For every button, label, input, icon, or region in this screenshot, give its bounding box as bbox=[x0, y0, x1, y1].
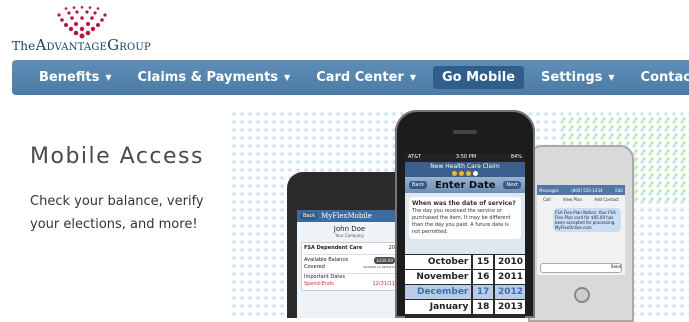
phone-screen: AT&T 3:50 PM 84% New Health Care Claim B… bbox=[405, 154, 525, 318]
home-button-icon bbox=[574, 287, 590, 303]
nav-go-mobile[interactable]: Go Mobile bbox=[432, 66, 525, 89]
nav-settings[interactable]: Settings ▼ bbox=[528, 70, 628, 85]
important-sub: Spend-Ends bbox=[304, 281, 334, 287]
available-balance-value: $336.00 bbox=[374, 257, 395, 264]
time: 3:50 PM bbox=[455, 154, 477, 160]
important-value: 12/31/11 bbox=[372, 281, 395, 287]
logo-wordmark: TheAdvantageGroup bbox=[12, 36, 151, 54]
sms-message: FSA Flex Plan Notice: Your FSA Flex Plan… bbox=[553, 208, 621, 232]
phone-screen: Messages (800) 555-1234 Edit Call View P… bbox=[537, 185, 625, 275]
call-tab: Call bbox=[543, 197, 551, 202]
date-picker: October 15 2010 November 16 2011 December 17 2… bbox=[405, 254, 525, 318]
logo-word-the: The bbox=[12, 39, 36, 53]
nav-settings-label: Settings bbox=[541, 70, 603, 85]
app-header: Back MyFlexMobile bbox=[297, 210, 402, 222]
phone-number: (800) 555-1234 bbox=[571, 187, 603, 193]
nav-go-mobile-label: Go Mobile bbox=[441, 70, 516, 85]
app-brand: MyFlexMobile bbox=[321, 212, 372, 220]
question-detail: The day you received the service or purc… bbox=[412, 208, 511, 235]
logo-letter-a: A bbox=[35, 36, 47, 54]
phone-image-messages: Messages (800) 555-1234 Edit Call View P… bbox=[528, 145, 634, 322]
status-bar: AT&T 3:50 PM 84% bbox=[405, 154, 525, 162]
phone-image-myflexmobile: Back MyFlexMobile John Doe Your Company … bbox=[287, 172, 412, 318]
nav-card-center-label: Card Center bbox=[316, 70, 404, 85]
nav-benefits[interactable]: Benefits ▼ bbox=[12, 70, 125, 85]
phone-screen: Back MyFlexMobile John Doe Your Company … bbox=[297, 210, 402, 318]
company-logo[interactable]: TheAdvantageGroup bbox=[12, 6, 182, 54]
user-name: John Doe bbox=[333, 225, 366, 233]
messages-tab: Messages bbox=[539, 187, 559, 193]
logo-word-roup: roup bbox=[119, 42, 151, 53]
battery: 84% bbox=[510, 154, 522, 160]
chevron-down-icon: ▼ bbox=[284, 73, 291, 82]
covered-label: Covered bbox=[304, 264, 325, 270]
claim-header: New Health Care Claim bbox=[405, 162, 525, 171]
send-field: Send bbox=[540, 263, 622, 273]
available-balance-label: Available Balance bbox=[304, 257, 349, 263]
page-title: Mobile Access bbox=[30, 144, 204, 169]
carrier: AT&T bbox=[408, 154, 422, 160]
picker-row: January 18 2013 bbox=[405, 299, 525, 314]
edit-tab: Edit bbox=[615, 187, 623, 193]
nav-contact-us-label: Contact Us bbox=[640, 70, 689, 85]
picker-row-selected: December 17 2012 bbox=[405, 284, 525, 299]
phone-image-claim: AT&T 3:50 PM 84% New Health Care Claim B… bbox=[395, 110, 535, 318]
picker-row: November 16 2011 bbox=[405, 269, 525, 284]
view-plan-tab: View Plan bbox=[562, 197, 583, 202]
page-description: Check your balance, verify your election… bbox=[30, 194, 204, 232]
chevron-down-icon: ▼ bbox=[608, 73, 615, 82]
main-nav: Benefits ▼ Claims & Payments ▼ Card Cent… bbox=[12, 60, 689, 95]
chevron-down-icon: ▼ bbox=[409, 73, 416, 82]
logo-letter-g: G bbox=[107, 36, 120, 54]
nav-claims-payments[interactable]: Claims & Payments ▼ bbox=[125, 70, 304, 85]
chevron-down-icon: ▼ bbox=[105, 73, 112, 82]
question-box: When was the date of service? The day yo… bbox=[409, 197, 521, 239]
account-card: FSA Dependent Care 20 Available Balance … bbox=[301, 242, 398, 291]
user-company: Your Company bbox=[335, 233, 364, 238]
question: When was the date of service? bbox=[412, 200, 516, 207]
nav-contact-us[interactable]: Contact Us bbox=[628, 70, 689, 85]
picker-row: October 15 2010 bbox=[405, 254, 525, 269]
next-button: Next bbox=[503, 181, 521, 189]
speaker-icon bbox=[453, 130, 477, 134]
claim-toolbar: Back Enter Date Next bbox=[405, 177, 525, 193]
logo-word-dvantage: dvantage bbox=[46, 42, 108, 53]
nav-claims-payments-label: Claims & Payments bbox=[137, 70, 279, 85]
account-name: FSA Dependent Care bbox=[304, 245, 363, 251]
nav-benefits-label: Benefits bbox=[39, 70, 100, 85]
nav-card-center[interactable]: Card Center ▼ bbox=[303, 70, 429, 85]
logo-fan-icon bbox=[57, 6, 107, 39]
back-button: Back bbox=[409, 181, 428, 189]
covered-value: 1/1/2011 to 12/31/11 bbox=[363, 265, 395, 269]
screen-title: Enter Date bbox=[434, 179, 496, 191]
messages-header: Messages (800) 555-1234 Edit bbox=[537, 185, 625, 195]
important-dates-label: Important Dates bbox=[304, 274, 345, 280]
back-button: Back bbox=[300, 212, 319, 220]
add-contact-tab: Add Contact bbox=[594, 197, 619, 202]
